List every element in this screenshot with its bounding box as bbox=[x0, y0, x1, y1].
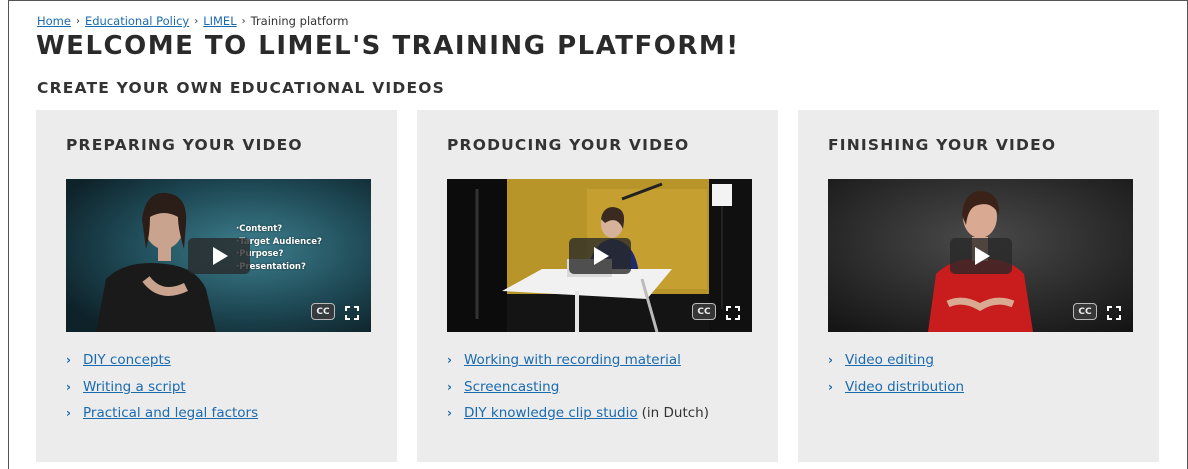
play-icon bbox=[975, 246, 990, 265]
chevron-right-icon: › bbox=[66, 353, 71, 367]
breadcrumb: Home › Educational Policy › LIMEL › Trai… bbox=[37, 14, 349, 28]
card-finishing: FINISHING YOUR VIDEO CC › Video editing … bbox=[798, 110, 1159, 462]
list-item: › Practical and legal factors bbox=[66, 400, 258, 427]
breadcrumb-separator: › bbox=[241, 15, 246, 27]
link-list: › Video editing › Video distribution bbox=[828, 347, 964, 400]
breadcrumb-limel-link[interactable]: LIMEL bbox=[203, 14, 236, 28]
chevron-right-icon: › bbox=[66, 406, 71, 420]
overlay-line: ·Content? bbox=[236, 224, 283, 234]
link-list: › Working with recording material › Scre… bbox=[447, 347, 709, 427]
page-title: WELCOME TO LIMEL'S TRAINING PLATFORM! bbox=[36, 31, 740, 61]
chevron-right-icon: › bbox=[66, 379, 71, 394]
play-button[interactable] bbox=[187, 237, 250, 274]
breadcrumb-home-link[interactable]: Home bbox=[37, 14, 71, 28]
link-writing-a-script[interactable]: Writing a script bbox=[83, 374, 186, 401]
breadcrumb-separator: › bbox=[194, 15, 199, 27]
card-preparing: PREPARING YOUR VIDEO ·Content? ·Target A… bbox=[36, 110, 397, 462]
card-title: PRODUCING YOUR VIDEO bbox=[447, 136, 690, 154]
list-item: › Video distribution bbox=[828, 374, 964, 401]
fullscreen-icon[interactable] bbox=[1107, 306, 1121, 320]
list-item: › Screencasting bbox=[447, 374, 709, 401]
breadcrumb-educational-policy-link[interactable]: Educational Policy bbox=[85, 14, 189, 28]
link-video-distribution[interactable]: Video distribution bbox=[845, 374, 964, 401]
language-note: (in Dutch) bbox=[641, 405, 709, 421]
video-player-producing[interactable]: CC bbox=[447, 179, 752, 332]
list-item: › DIY knowledge clip studio (in Dutch) bbox=[447, 400, 709, 427]
play-icon bbox=[213, 246, 228, 265]
link-knowledge-clip-studio[interactable]: DIY knowledge clip studio bbox=[464, 400, 638, 427]
link-list: › DIY concepts › Writing a script › Prac… bbox=[66, 347, 258, 427]
video-player-finishing[interactable]: CC bbox=[828, 179, 1133, 332]
play-button[interactable] bbox=[949, 237, 1012, 274]
link-video-editing[interactable]: Video editing bbox=[845, 347, 934, 374]
video-player-preparing[interactable]: ·Content? ·Target Audience? ·Purpose? ·P… bbox=[66, 179, 371, 332]
page-frame: Home › Educational Policy › LIMEL › Trai… bbox=[8, 0, 1188, 469]
chevron-right-icon: › bbox=[828, 353, 833, 367]
list-item: › Writing a script bbox=[66, 374, 258, 401]
list-item: › Video editing bbox=[828, 347, 964, 374]
closed-captions-button[interactable]: CC bbox=[311, 303, 335, 320]
breadcrumb-current: Training platform bbox=[250, 14, 349, 28]
card-producing: PRODUCING YOUR VIDEO CC › Working with r… bbox=[417, 110, 778, 462]
list-item: › Working with recording material bbox=[447, 347, 709, 374]
link-recording-material[interactable]: Working with recording material bbox=[464, 347, 681, 374]
chevron-right-icon: › bbox=[447, 353, 452, 367]
chevron-right-icon: › bbox=[828, 379, 833, 394]
fullscreen-icon[interactable] bbox=[345, 306, 359, 320]
play-button[interactable] bbox=[568, 237, 631, 274]
closed-captions-button[interactable]: CC bbox=[692, 303, 716, 320]
page-subtitle: CREATE YOUR OWN EDUCATIONAL VIDEOS bbox=[37, 79, 445, 97]
link-practical-legal-factors[interactable]: Practical and legal factors bbox=[83, 400, 258, 427]
list-item: › DIY concepts bbox=[66, 347, 258, 374]
chevron-right-icon: › bbox=[447, 379, 452, 394]
link-screencasting[interactable]: Screencasting bbox=[464, 374, 559, 401]
closed-captions-button[interactable]: CC bbox=[1073, 303, 1097, 320]
card-title: FINISHING YOUR VIDEO bbox=[828, 136, 1057, 154]
play-icon bbox=[594, 246, 609, 265]
link-diy-concepts[interactable]: DIY concepts bbox=[83, 347, 171, 374]
chevron-right-icon: › bbox=[447, 406, 452, 420]
fullscreen-icon[interactable] bbox=[726, 306, 740, 320]
breadcrumb-separator: › bbox=[75, 15, 80, 27]
card-title: PREPARING YOUR VIDEO bbox=[66, 136, 303, 154]
